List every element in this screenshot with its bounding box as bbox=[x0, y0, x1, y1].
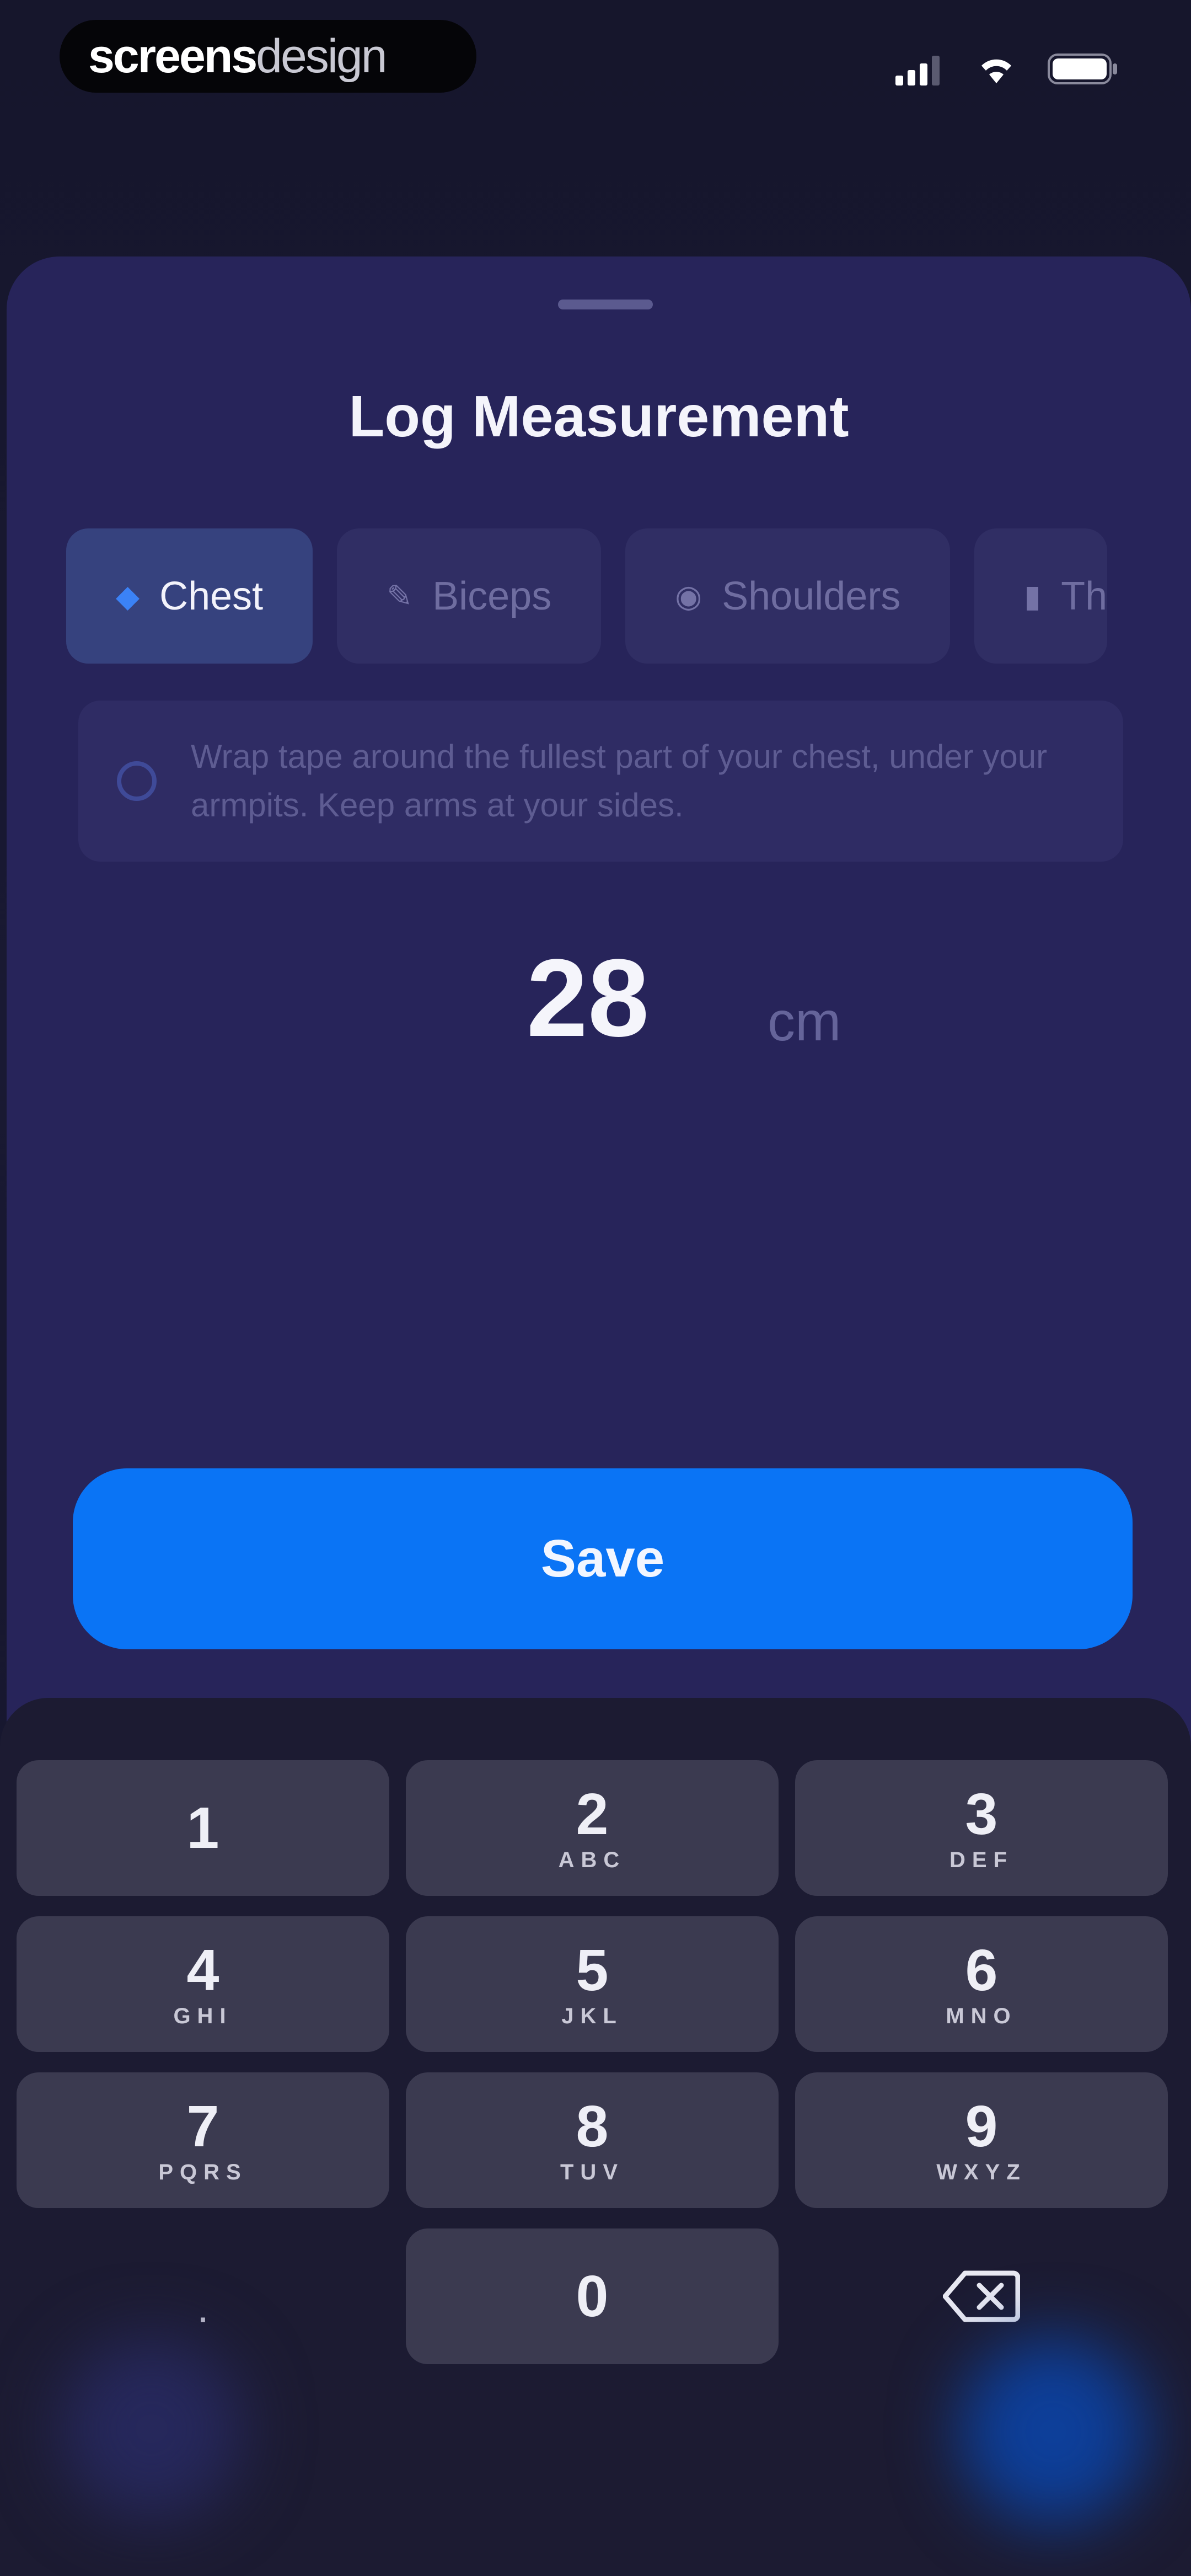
key-digit: 1 bbox=[186, 1795, 219, 1861]
tab-label: Th bbox=[1061, 574, 1108, 618]
tab-label: Chest bbox=[159, 574, 264, 618]
brand-text-light: design bbox=[256, 29, 387, 83]
measurement-unit[interactable]: cm bbox=[768, 990, 841, 1054]
key-digit: 9 bbox=[965, 2093, 998, 2159]
chest-icon: ◆ bbox=[116, 578, 140, 613]
info-icon bbox=[117, 761, 157, 801]
save-button[interactable]: Save bbox=[73, 1468, 1133, 1649]
key-7[interactable]: 7 PQRS bbox=[17, 2072, 389, 2208]
key-6[interactable]: 6 MNO bbox=[795, 1916, 1168, 2052]
key-2[interactable]: 2 ABC bbox=[406, 1760, 779, 1896]
key-letters: GHI bbox=[173, 2003, 233, 2028]
key-digit: 0 bbox=[576, 2264, 609, 2329]
numeric-keyboard: 1 2 ABC 3 DEF 4 GHI 5 JKL 6 MNO 7 PQRS 8… bbox=[0, 1698, 1191, 2576]
measurement-instructions: Wrap tape around the fullest part of you… bbox=[78, 701, 1123, 862]
key-digit: 8 bbox=[576, 2093, 609, 2159]
bicep-icon: ✎ bbox=[387, 578, 413, 613]
key-decimal[interactable]: . bbox=[17, 2228, 389, 2364]
key-1[interactable]: 1 bbox=[17, 1760, 389, 1896]
tab-thighs[interactable]: ▮ Th bbox=[974, 528, 1108, 664]
key-letters: PQRS bbox=[158, 2160, 248, 2184]
measurement-value[interactable]: 28 bbox=[472, 935, 704, 1062]
key-delete[interactable] bbox=[795, 2228, 1168, 2364]
body-part-tabs: ◆ Chest ✎ Biceps ◉ Shoulders ▮ Th bbox=[66, 528, 1108, 664]
status-icons bbox=[895, 44, 1119, 94]
key-digit: 2 bbox=[576, 1781, 609, 1847]
shoulder-icon: ◉ bbox=[675, 578, 702, 613]
tab-label: Biceps bbox=[432, 574, 552, 618]
sheet-grabber[interactable] bbox=[558, 300, 653, 309]
key-letters: ABC bbox=[558, 1847, 626, 1872]
key-5[interactable]: 5 JKL bbox=[406, 1916, 779, 2052]
decorative-glow-left bbox=[61, 2338, 243, 2520]
decorative-glow-right bbox=[959, 2338, 1147, 2525]
key-letters: TUV bbox=[560, 2160, 624, 2184]
sheet-title: Log Measurement bbox=[348, 384, 849, 449]
key-letters: WXYZ bbox=[936, 2160, 1027, 2184]
key-4[interactable]: 4 GHI bbox=[17, 1916, 389, 2052]
tab-chest[interactable]: ◆ Chest bbox=[66, 528, 313, 664]
key-digit: 4 bbox=[186, 1937, 219, 2003]
key-digit: 3 bbox=[965, 1781, 998, 1847]
decimal-point: . bbox=[196, 2283, 210, 2332]
brand-text-bold: screens bbox=[88, 29, 257, 83]
instruction-text: Wrap tape around the fullest part of you… bbox=[191, 738, 1048, 824]
brand-watermark: screens design bbox=[60, 20, 476, 93]
thigh-icon: ▮ bbox=[1024, 578, 1042, 613]
key-3[interactable]: 3 DEF bbox=[795, 1760, 1168, 1896]
battery-icon bbox=[1048, 54, 1117, 84]
key-digit: 5 bbox=[576, 1937, 609, 2003]
tab-biceps[interactable]: ✎ Biceps bbox=[337, 528, 602, 664]
app-screen: screens design Log Measurement ◆ Chest ✎… bbox=[0, 0, 1191, 2576]
key-letters: JKL bbox=[561, 2003, 623, 2028]
key-letters: DEF bbox=[949, 1847, 1013, 1872]
key-digit: 6 bbox=[965, 1937, 998, 2003]
key-letters: MNO bbox=[946, 2003, 1017, 2028]
key-0[interactable]: 0 bbox=[406, 2228, 779, 2364]
tab-label: Shoulders bbox=[722, 574, 901, 618]
tab-shoulders[interactable]: ◉ Shoulders bbox=[625, 528, 951, 664]
key-digit: 7 bbox=[186, 2093, 219, 2159]
key-8[interactable]: 8 TUV bbox=[406, 2072, 779, 2208]
key-9[interactable]: 9 WXYZ bbox=[795, 2072, 1168, 2208]
backspace-icon bbox=[943, 2270, 1020, 2322]
wifi-icon bbox=[981, 59, 1011, 83]
cellular-signal-icon bbox=[895, 56, 940, 85]
